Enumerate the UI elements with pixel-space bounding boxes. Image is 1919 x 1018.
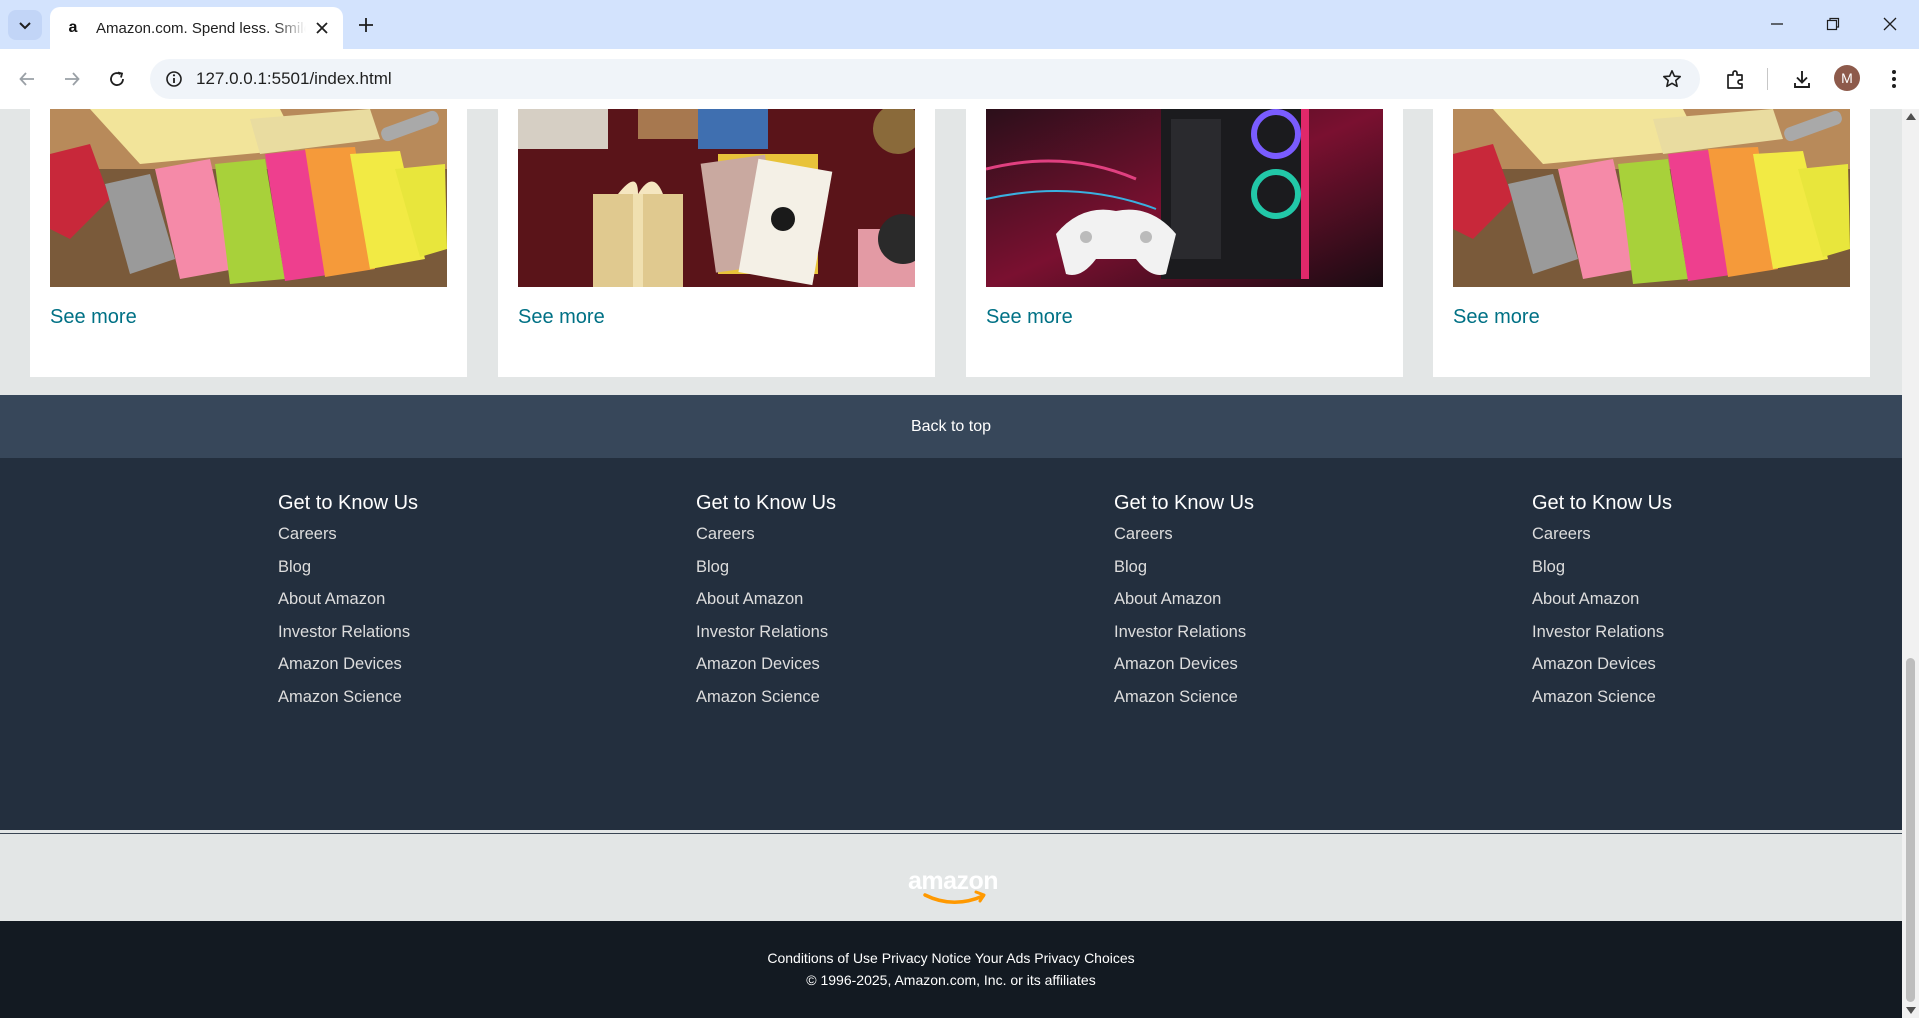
scroll-up-arrow-icon[interactable] xyxy=(1906,113,1916,120)
footer-link[interactable]: Investor Relations xyxy=(278,622,418,655)
minimize-icon xyxy=(1771,23,1783,25)
forward-button[interactable] xyxy=(56,63,88,95)
footer-column-heading: Get to Know Us xyxy=(278,492,419,514)
footer-link[interactable]: About Amazon xyxy=(696,589,836,622)
footer-link[interactable]: Careers xyxy=(1532,524,1672,557)
site-info-icon xyxy=(166,71,182,87)
footer-link[interactable]: Amazon Devices xyxy=(696,654,836,687)
extensions-button[interactable] xyxy=(1720,63,1752,95)
footer-links-section: Get to Know Us Careers Blog About Amazon… xyxy=(0,458,1902,904)
footer-legal-section: Conditions of Use Privacy Notice Your Ad… xyxy=(0,921,1902,1018)
forward-arrow-icon xyxy=(65,72,80,86)
amazon-favicon-icon: a xyxy=(68,19,78,36)
legal-links: Conditions of Use Privacy Notice Your Ad… xyxy=(0,950,1902,966)
minimize-button[interactable] xyxy=(1761,10,1793,38)
footer-column: Get to Know Us Careers Blog About Amazon… xyxy=(278,491,418,720)
footer-link[interactable]: Amazon Science xyxy=(278,687,418,720)
footer-link[interactable]: Blog xyxy=(696,557,836,590)
footer-link[interactable]: Careers xyxy=(696,524,836,557)
tab-search-icon xyxy=(19,22,31,30)
product-card: See more xyxy=(30,109,467,377)
footer-column: Get to Know Us Careers Blog About Amazon… xyxy=(696,491,836,720)
tab-close-button[interactable] xyxy=(313,19,331,37)
footer-link[interactable]: About Amazon xyxy=(278,589,418,622)
conditions-of-use-link[interactable]: Conditions of Use xyxy=(767,950,878,966)
back-button[interactable] xyxy=(11,63,43,95)
footer-column-heading: Get to Know Us xyxy=(696,492,837,514)
close-window-icon xyxy=(1883,17,1897,31)
footer-link[interactable]: About Amazon xyxy=(1532,589,1672,622)
footer-link[interactable]: Amazon Devices xyxy=(1532,654,1672,687)
footer-column: Get to Know Us Careers Blog About Amazon… xyxy=(1532,491,1672,720)
footer-link[interactable]: Blog xyxy=(278,557,418,590)
footer-link[interactable]: Investor Relations xyxy=(1114,622,1254,655)
see-more-link[interactable]: See more xyxy=(50,306,137,329)
footer-link[interactable]: Investor Relations xyxy=(696,622,836,655)
star-icon xyxy=(1663,70,1681,88)
reload-icon xyxy=(110,71,124,86)
back-arrow-icon xyxy=(19,72,34,86)
url-text[interactable]: 127.0.0.1:5501/index.html xyxy=(196,69,392,89)
copyright-text: © 1996-2025, Amazon.com, Inc. or its aff… xyxy=(806,972,1096,988)
chrome-menu-button[interactable] xyxy=(1878,63,1910,95)
kebab-menu-icon xyxy=(1892,70,1896,88)
page-viewport: See more See more See more See more Back… xyxy=(0,109,1902,1018)
tab-search-button[interactable] xyxy=(8,10,42,40)
restore-icon xyxy=(1826,17,1840,31)
gaming-pc-controller-image[interactable] xyxy=(986,109,1383,287)
footer-link[interactable]: Careers xyxy=(1114,524,1254,557)
footer-column: Get to Know Us Careers Blog About Amazon… xyxy=(1114,491,1254,720)
scroll-down-arrow-icon[interactable] xyxy=(1906,1007,1916,1014)
restore-button[interactable] xyxy=(1817,10,1849,38)
back-to-top-button[interactable]: Back to top xyxy=(0,395,1902,458)
download-icon xyxy=(1794,71,1810,88)
amazon-logo[interactable]: amazon xyxy=(903,867,1003,907)
footer-divider xyxy=(0,833,1902,834)
profile-avatar[interactable]: M xyxy=(1834,65,1860,91)
product-card: See more xyxy=(966,109,1403,377)
footer-link[interactable]: Amazon Devices xyxy=(278,654,418,687)
footer-link[interactable]: Amazon Science xyxy=(1114,687,1254,720)
extensions-icon xyxy=(1727,70,1743,89)
footer-column-heading: Get to Know Us xyxy=(1532,492,1673,514)
browser-toolbar: 127.0.0.1:5501/index.html M xyxy=(0,49,1919,109)
toolbar-separator xyxy=(1767,68,1768,90)
plus-icon xyxy=(359,18,373,32)
downloads-button[interactable] xyxy=(1786,63,1818,95)
footer-link[interactable]: Investor Relations xyxy=(1532,622,1672,655)
privacy-notice-link[interactable]: Privacy Notice xyxy=(882,950,971,966)
footer-link[interactable]: Blog xyxy=(1532,557,1672,590)
footer-link[interactable]: About Amazon xyxy=(1114,589,1254,622)
active-tab[interactable]: a Amazon.com. Spend less. Smile more. xyxy=(50,7,343,49)
browser-tab-strip: a Amazon.com. Spend less. Smile more. xyxy=(0,0,1919,49)
see-more-link[interactable]: See more xyxy=(986,306,1073,329)
footer-link[interactable]: Careers xyxy=(278,524,418,557)
footer-link[interactable]: Amazon Science xyxy=(696,687,836,720)
footer-link[interactable]: Amazon Devices xyxy=(1114,654,1254,687)
footer-link[interactable]: Amazon Science xyxy=(1532,687,1672,720)
close-window-button[interactable] xyxy=(1874,10,1906,38)
tab-title: Amazon.com. Spend less. Smile more. xyxy=(96,19,306,37)
scrollbar-thumb[interactable] xyxy=(1906,658,1915,1002)
new-tab-button[interactable] xyxy=(352,11,380,39)
footer-link[interactable]: Blog xyxy=(1114,557,1254,590)
site-info-button[interactable] xyxy=(164,69,184,89)
amazon-smile-icon xyxy=(923,890,986,904)
office-supplies-image[interactable] xyxy=(50,109,447,287)
see-more-link[interactable]: See more xyxy=(518,306,605,329)
gift-wrapping-image[interactable] xyxy=(518,109,915,287)
address-bar[interactable]: 127.0.0.1:5501/index.html xyxy=(150,59,1700,99)
close-icon xyxy=(316,22,328,34)
bookmark-button[interactable] xyxy=(1660,67,1684,91)
footer-column-heading: Get to Know Us xyxy=(1114,492,1255,514)
product-card: See more xyxy=(1433,109,1870,377)
product-card: See more xyxy=(498,109,935,377)
ads-privacy-choices-link[interactable]: Your Ads Privacy Choices xyxy=(975,950,1135,966)
page-scrollbar[interactable] xyxy=(1902,109,1919,1018)
office-supplies-image[interactable] xyxy=(1453,109,1850,287)
reload-button[interactable] xyxy=(101,63,133,95)
see-more-link[interactable]: See more xyxy=(1453,306,1540,329)
